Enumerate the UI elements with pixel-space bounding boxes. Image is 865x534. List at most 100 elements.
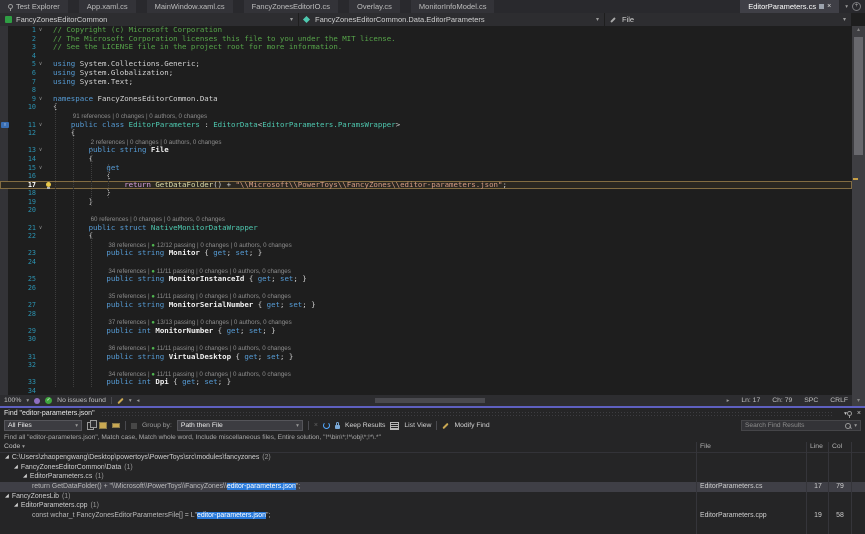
- fold-marker-icon[interactable]: ∨: [36, 26, 45, 35]
- pencil-icon[interactable]: [117, 397, 123, 403]
- code-line[interactable]: 3// See the LICENSE file in the project …: [0, 43, 852, 52]
- code-line[interactable]: 34 references | ● 11/11 passing | 0 chan…: [0, 370, 852, 379]
- code-line[interactable]: 2// The Microsoft Corporation licenses t…: [0, 35, 852, 44]
- find-result-row[interactable]: ◢FancyZonesLib(1): [0, 492, 865, 502]
- column-line[interactable]: Line: [810, 442, 823, 452]
- code-line[interactable]: 9∨namespace FancyZonesEditorCommon.Data: [0, 95, 852, 104]
- code-line[interactable]: 25 public string MonitorInstanceId { get…: [0, 275, 852, 284]
- fold-marker-icon[interactable]: ∨: [36, 164, 45, 173]
- list-view-button[interactable]: List View: [404, 422, 431, 429]
- close-icon[interactable]: ×: [827, 3, 831, 10]
- code-line[interactable]: 23 public string Monitor { get; set; }: [0, 249, 852, 258]
- member-dropdown[interactable]: File ▾: [605, 13, 852, 26]
- fold-marker-icon[interactable]: ∨: [36, 95, 45, 104]
- tab-test-explorer[interactable]: Test Explorer: [0, 0, 68, 13]
- line-gutter[interactable]: !: [0, 121, 12, 130]
- issues-status[interactable]: No issues found: [57, 397, 106, 404]
- scroll-right-icon[interactable]: ▸: [727, 398, 730, 404]
- scroll-down-icon[interactable]: ▾: [852, 397, 865, 406]
- find-result-row[interactable]: return GetDataFolder() + "\\Microsoft\\P…: [0, 482, 865, 492]
- codelens-text[interactable]: 38 references | ● 12/12 passing | 0 chan…: [53, 241, 852, 250]
- code-line[interactable]: 7using System.Text;: [0, 78, 852, 87]
- scroll-up-icon[interactable]: ▴: [852, 26, 865, 35]
- tree-expand-icon[interactable]: ◢: [23, 473, 27, 479]
- tab-fancyzoneseditorio-cs[interactable]: FancyZonesEditorIO.cs: [244, 0, 338, 13]
- code-line[interactable]: 8: [0, 86, 852, 95]
- search-find-results-input[interactable]: Search Find Results ▾: [741, 420, 861, 431]
- code-line[interactable]: 24: [0, 258, 852, 267]
- expand-all-icon[interactable]: [99, 422, 107, 429]
- chevron-down-icon[interactable]: ▾: [26, 398, 29, 404]
- code-line[interactable]: 12 {: [0, 129, 852, 138]
- health-icon[interactable]: [34, 398, 40, 404]
- panel-title-bar[interactable]: Find "editor-parameters.json" ▾ ×: [0, 408, 865, 419]
- column-file[interactable]: File: [700, 442, 711, 452]
- tab-mainwindow-xaml-cs[interactable]: MainWindow.xaml.cs: [147, 0, 233, 13]
- fold-marker-icon[interactable]: ∨: [36, 121, 45, 130]
- tab-overlay-cs[interactable]: Overlay.cs: [349, 0, 400, 13]
- code-line[interactable]: 13∨ public string File: [0, 146, 852, 155]
- vertical-scrollbar[interactable]: ▴ ▾: [852, 26, 865, 406]
- tree-expand-icon[interactable]: ◢: [5, 493, 9, 499]
- code-line[interactable]: 33 public int Dpi { get; set; }: [0, 378, 852, 387]
- copy-icon[interactable]: [87, 422, 94, 430]
- find-result-row[interactable]: ◢EditorParameters.cs(1): [0, 472, 865, 482]
- close-icon[interactable]: ×: [857, 410, 861, 417]
- chevron-down-icon[interactable]: ▾: [845, 4, 848, 10]
- code-line[interactable]: 21∨ public struct NativeMonitorDataWrapp…: [0, 224, 852, 233]
- find-result-row[interactable]: ◢EditorParameters.cpp(1): [0, 501, 865, 511]
- code-line[interactable]: 30: [0, 335, 852, 344]
- repeat-find-icon[interactable]: [323, 422, 330, 429]
- list-view-icon[interactable]: [390, 422, 399, 430]
- project-dropdown[interactable]: FancyZonesEditorCommon ▾: [0, 13, 299, 26]
- tab-monitorinfomodel-cs[interactable]: MonitorInfoModel.cs: [411, 0, 495, 13]
- lightbulb-icon[interactable]: [46, 182, 51, 187]
- fold-marker-icon[interactable]: ∨: [36, 60, 45, 69]
- find-result-row[interactable]: const wchar_t FancyZonesEditorParameters…: [0, 511, 865, 521]
- scope-dropdown[interactable]: All Files ▾: [4, 420, 82, 431]
- code-line[interactable]: 5∨using System.Collections.Generic;: [0, 60, 852, 69]
- code-line[interactable]: 36 references | ● 11/11 passing | 0 chan…: [0, 344, 852, 353]
- scroll-left-icon[interactable]: ◂: [137, 398, 140, 404]
- search-icon[interactable]: [845, 423, 851, 429]
- code-line[interactable]: 1∨// Copyright (c) Microsoft Corporation: [0, 26, 852, 35]
- horizontal-scrollbar[interactable]: [144, 397, 721, 404]
- codelens-text[interactable]: 34 references | ● 11/11 passing | 0 chan…: [53, 370, 852, 379]
- code-line[interactable]: 4: [0, 52, 852, 61]
- code-line[interactable]: 28: [0, 310, 852, 319]
- eol-mode[interactable]: CRLF: [830, 397, 848, 404]
- code-line[interactable]: 6using System.Globalization;: [0, 69, 852, 78]
- code-editor[interactable]: 1∨// Copyright (c) Microsoft Corporation…: [0, 26, 852, 395]
- tree-expand-icon[interactable]: ◢: [14, 464, 18, 470]
- code-line[interactable]: 38 references | ● 12/12 passing | 0 chan…: [0, 241, 852, 250]
- find-result-row[interactable]: ◢FancyZonesEditorCommon\Data(1): [0, 463, 865, 473]
- code-line[interactable]: 17 return GetDataFolder() + "\\Microsoft…: [0, 181, 852, 190]
- code-line[interactable]: 20: [0, 206, 852, 215]
- scrollbar-thumb[interactable]: [854, 37, 863, 155]
- code-line[interactable]: 22 {: [0, 232, 852, 241]
- code-line[interactable]: 37 references | ● 13/13 passing | 0 chan…: [0, 318, 852, 327]
- tree-expand-icon[interactable]: ◢: [14, 502, 18, 508]
- column-col[interactable]: Col: [832, 442, 842, 452]
- find-result-row[interactable]: ◢C:\Users\zhaopengwang\Desktop\powertoys…: [0, 453, 865, 463]
- save-icon[interactable]: [819, 4, 824, 9]
- modify-find-button[interactable]: Modify Find: [454, 422, 489, 429]
- code-line[interactable]: 29 public int MonitorNumber { get; set; …: [0, 327, 852, 336]
- code-line[interactable]: !11∨ public class EditorParameters : Edi…: [0, 121, 852, 130]
- tree-expand-icon[interactable]: ◢: [5, 454, 9, 460]
- codelens-text[interactable]: 36 references | ● 11/11 passing | 0 chan…: [53, 344, 852, 353]
- code-line[interactable]: 16 {: [0, 172, 852, 181]
- code-line[interactable]: 19 }: [0, 198, 852, 207]
- code-line[interactable]: 10{: [0, 103, 852, 112]
- codelens-text[interactable]: 2 references | 0 changes | 0 authors, 0 …: [53, 138, 852, 147]
- group-by-dropdown[interactable]: Path then File ▾: [177, 420, 303, 431]
- tab-editorparameters[interactable]: EditorParameters.cs ×: [740, 0, 839, 13]
- code-line[interactable]: 34: [0, 387, 852, 395]
- code-line[interactable]: 31 public string VirtualDesktop { get; s…: [0, 353, 852, 362]
- code-line[interactable]: 27 public string MonitorSerialNumber { g…: [0, 301, 852, 310]
- tab-app-xaml-cs[interactable]: App.xaml.cs: [79, 0, 136, 13]
- code-line[interactable]: 15∨ get: [0, 164, 852, 173]
- indent-mode[interactable]: SPC: [804, 397, 818, 404]
- pin-icon[interactable]: [847, 411, 852, 416]
- code-line[interactable]: 60 references | 0 changes | 0 authors, 0…: [0, 215, 852, 224]
